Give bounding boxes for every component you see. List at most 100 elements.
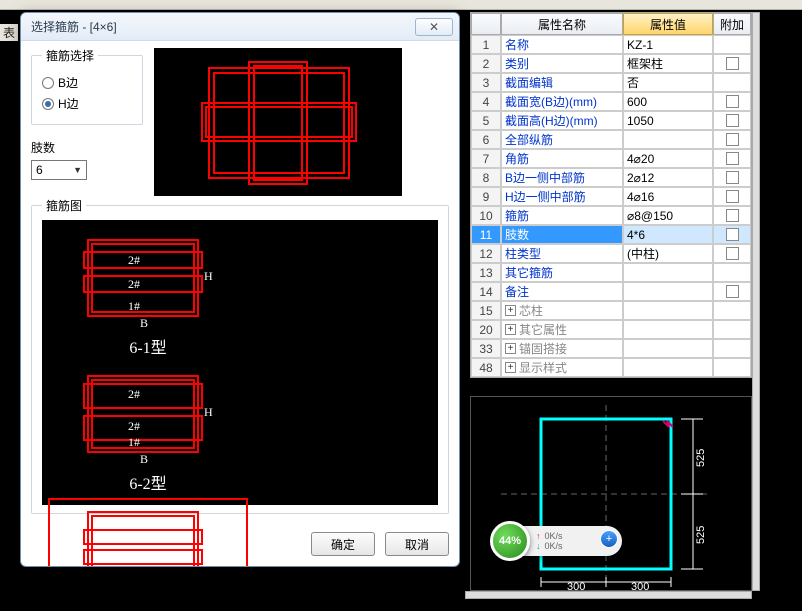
property-extra[interactable] — [713, 206, 751, 225]
property-extra[interactable] — [713, 301, 751, 320]
property-value[interactable] — [623, 282, 713, 301]
property-value[interactable] — [623, 130, 713, 149]
property-value[interactable] — [623, 339, 713, 358]
property-extra[interactable] — [713, 35, 751, 54]
property-idx: 13 — [471, 263, 501, 282]
property-value[interactable]: KZ-1 — [623, 35, 713, 54]
property-value[interactable] — [623, 358, 713, 377]
property-value[interactable]: (中柱) — [623, 244, 713, 263]
dialog-titlebar[interactable]: 选择箍筋 - [4×6] ✕ — [21, 13, 459, 41]
property-name: 其它箍筋 — [501, 263, 623, 282]
expand-icon[interactable]: + — [505, 324, 516, 335]
property-row[interactable]: 9H边一侧中部筋4⌀16 — [471, 187, 751, 206]
property-name: 类别 — [501, 54, 623, 73]
radio-b-side[interactable]: B边 — [42, 74, 132, 91]
header-extra[interactable]: 附加 — [713, 13, 751, 35]
expand-icon[interactable]: + — [505, 343, 516, 354]
property-row[interactable]: 33+锚固搭接 — [471, 339, 751, 358]
property-extra[interactable] — [713, 282, 751, 301]
radio-h-side[interactable]: H边 — [42, 95, 132, 112]
svg-text:H: H — [204, 269, 213, 283]
graph-option-6-1[interactable]: 2# 2# 1# B H 6-1型 — [48, 226, 248, 358]
chevron-down-icon: ▼ — [73, 165, 82, 175]
limb-combo[interactable]: 6 ▼ — [31, 160, 87, 180]
property-value[interactable]: 框架柱 — [623, 54, 713, 73]
property-value[interactable]: 4*6 — [623, 225, 713, 244]
checkbox-icon[interactable] — [726, 209, 739, 222]
cancel-button[interactable]: 取消 — [385, 532, 449, 556]
property-row[interactable]: 5截面高(H边)(mm)1050 — [471, 111, 751, 130]
checkbox-icon[interactable] — [726, 171, 739, 184]
header-name[interactable]: 属性名称 — [501, 13, 623, 35]
svg-text:3#: 3# — [128, 529, 140, 543]
dialog-close-button[interactable]: ✕ — [415, 18, 453, 36]
checkbox-icon[interactable] — [726, 247, 739, 260]
expand-icon[interactable]: + — [505, 362, 516, 373]
speed-add-button[interactable]: + — [600, 530, 618, 548]
property-extra[interactable] — [713, 149, 751, 168]
property-value[interactable] — [623, 301, 713, 320]
radio-h-label: H边 — [58, 95, 79, 112]
property-row[interactable]: 10箍筋⌀8@150 — [471, 206, 751, 225]
property-extra[interactable] — [713, 54, 751, 73]
property-row[interactable]: 20+其它属性 — [471, 320, 751, 339]
property-panel: 属性名称 属性值 附加 1名称KZ-12类别框架柱3截面编辑否4截面宽(B边)(… — [470, 12, 752, 378]
graph-option-6-2[interactable]: 2# 2# 1# B H 6-2型 — [48, 362, 248, 494]
property-row[interactable]: 7角筋4⌀20 — [471, 149, 751, 168]
preview-scrollbar-x[interactable] — [465, 591, 752, 599]
group-select-legend: 箍筋选择 — [42, 47, 98, 64]
property-extra[interactable] — [713, 73, 751, 92]
property-value[interactable]: 600 — [623, 92, 713, 111]
property-row[interactable]: 3截面编辑否 — [471, 73, 751, 92]
property-value[interactable]: 4⌀16 — [623, 187, 713, 206]
checkbox-icon[interactable] — [726, 285, 739, 298]
property-extra[interactable] — [713, 358, 751, 377]
property-row[interactable]: 4截面宽(B边)(mm)600 — [471, 92, 751, 111]
property-scrollbar[interactable] — [752, 12, 760, 591]
header-idx[interactable] — [471, 13, 501, 35]
property-extra[interactable] — [713, 320, 751, 339]
property-row[interactable]: 8B边一侧中部筋2⌀12 — [471, 168, 751, 187]
property-extra[interactable] — [713, 168, 751, 187]
checkbox-icon[interactable] — [726, 57, 739, 70]
property-value[interactable]: 1050 — [623, 111, 713, 130]
checkbox-icon[interactable] — [726, 133, 739, 146]
property-value[interactable] — [623, 320, 713, 339]
property-idx: 1 — [471, 35, 501, 54]
property-extra[interactable] — [713, 187, 751, 206]
graph-option-6-3[interactable]: 3# 2# 1# B H 6-3型 — [48, 498, 248, 567]
property-row[interactable]: 14备注 — [471, 282, 751, 301]
property-extra[interactable] — [713, 130, 751, 149]
property-extra[interactable] — [713, 92, 751, 111]
property-row[interactable]: 15+芯柱 — [471, 301, 751, 320]
property-row[interactable]: 48+显示样式 — [471, 358, 751, 377]
speed-dn: 0K/s — [545, 541, 563, 551]
property-name: 箍筋 — [501, 206, 623, 225]
property-value[interactable] — [623, 263, 713, 282]
property-idx: 10 — [471, 206, 501, 225]
property-value[interactable]: 4⌀20 — [623, 149, 713, 168]
property-row[interactable]: 2类别框架柱 — [471, 54, 751, 73]
expand-icon[interactable]: + — [505, 305, 516, 316]
property-row[interactable]: 6全部纵筋 — [471, 130, 751, 149]
property-value[interactable]: 否 — [623, 73, 713, 92]
property-value[interactable]: ⌀8@150 — [623, 206, 713, 225]
checkbox-icon[interactable] — [726, 114, 739, 127]
checkbox-icon[interactable] — [726, 152, 739, 165]
checkbox-icon[interactable] — [726, 190, 739, 203]
checkbox-icon[interactable] — [726, 228, 739, 241]
property-extra[interactable] — [713, 263, 751, 282]
property-extra[interactable] — [713, 339, 751, 358]
header-value[interactable]: 属性值 — [623, 13, 713, 35]
property-row[interactable]: 13其它箍筋 — [471, 263, 751, 282]
property-extra[interactable] — [713, 111, 751, 130]
property-extra[interactable] — [713, 244, 751, 263]
ok-button[interactable]: 确定 — [311, 532, 375, 556]
property-row[interactable]: 1名称KZ-1 — [471, 35, 751, 54]
property-row[interactable]: 11肢数4*6 — [471, 225, 751, 244]
property-value[interactable]: 2⌀12 — [623, 168, 713, 187]
speed-widget[interactable]: 44% ↑0K/s ↓0K/s + — [490, 521, 622, 561]
property-row[interactable]: 12柱类型(中柱) — [471, 244, 751, 263]
checkbox-icon[interactable] — [726, 95, 739, 108]
property-extra[interactable] — [713, 225, 751, 244]
